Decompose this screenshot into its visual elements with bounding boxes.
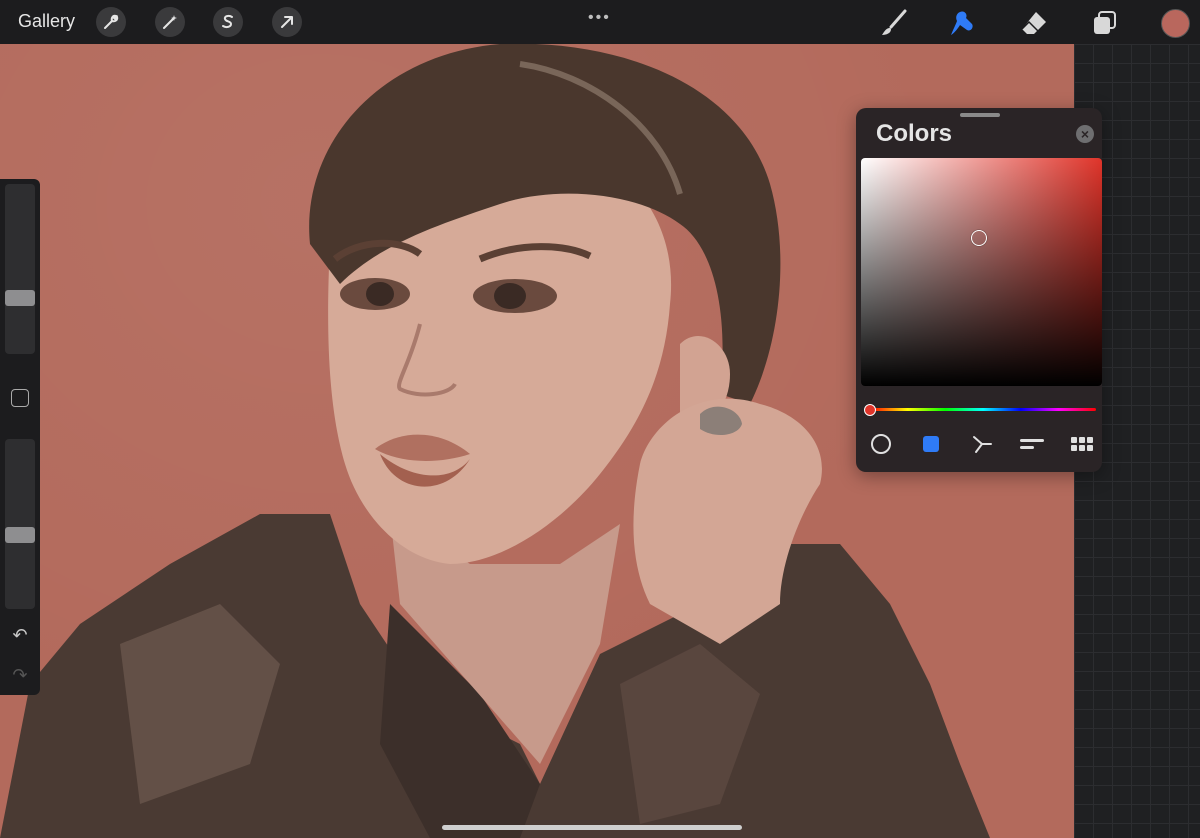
tab-classic[interactable] — [917, 430, 945, 458]
color-picker-handle[interactable] — [971, 229, 988, 246]
brush-icon — [882, 9, 907, 35]
classic-square-icon — [923, 436, 939, 452]
transform-arrow-icon — [281, 16, 293, 28]
layers-button[interactable] — [1090, 8, 1120, 38]
gallery-button[interactable]: Gallery — [18, 11, 75, 32]
actions-button[interactable] — [96, 7, 126, 37]
redo-button[interactable]: ↷ — [10, 665, 30, 685]
layers-icon — [1094, 11, 1116, 34]
disc-icon — [871, 434, 891, 454]
tab-harmony[interactable] — [968, 430, 996, 458]
selection-button[interactable] — [213, 7, 243, 37]
smudge-tool-button[interactable] — [948, 8, 978, 38]
brush-tool-button[interactable] — [879, 8, 909, 38]
eraser-icon — [1021, 12, 1046, 34]
tab-value[interactable] — [1018, 430, 1046, 458]
panel-grabber[interactable] — [960, 113, 1000, 117]
colors-title: Colors — [876, 120, 953, 147]
tab-palettes[interactable] — [1068, 430, 1096, 458]
hue-thumb[interactable] — [864, 404, 876, 416]
harmony-icon — [973, 436, 992, 453]
brush-size-thumb[interactable] — [5, 290, 35, 307]
palettes-icon — [1071, 437, 1093, 451]
opacity-slider[interactable] — [5, 439, 35, 609]
transform-button[interactable] — [272, 7, 302, 37]
selection-s-icon — [222, 14, 233, 29]
magic-wand-icon — [163, 15, 177, 29]
current-color-button[interactable] — [1161, 9, 1190, 38]
adjustments-button[interactable] — [155, 7, 185, 37]
value-icon — [1020, 439, 1044, 449]
colors-panel: Colors × — [856, 108, 1102, 472]
home-indicator — [442, 825, 742, 830]
smudge-icon — [951, 11, 973, 35]
saturation-brightness-picker[interactable] — [861, 158, 1102, 386]
hue-slider[interactable] — [864, 404, 1096, 416]
opacity-thumb[interactable] — [5, 526, 35, 543]
tab-disc[interactable] — [867, 430, 895, 458]
brush-size-slider[interactable] — [5, 184, 35, 354]
wrench-icon — [104, 14, 119, 29]
left-sidebar: ↶ ↷ — [0, 179, 40, 695]
modify-button[interactable] — [11, 389, 29, 407]
eraser-tool-button[interactable] — [1019, 8, 1049, 38]
undo-button[interactable]: ↶ — [10, 625, 30, 645]
more-options-button[interactable]: ••• — [588, 9, 611, 27]
close-button[interactable]: × — [1076, 125, 1094, 143]
top-toolbar: Gallery ••• — [0, 0, 1200, 44]
